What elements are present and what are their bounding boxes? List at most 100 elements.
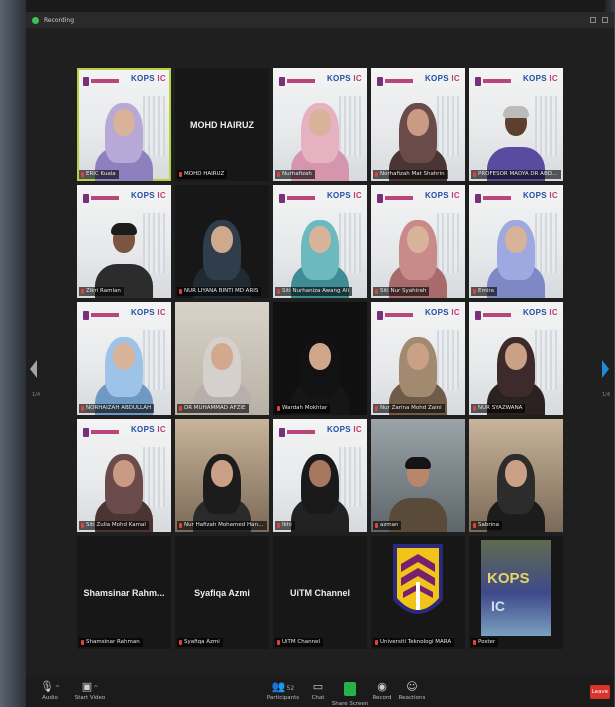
participant-tile[interactable]: Wardah Mokhtar [273,302,367,415]
participant-video [486,446,546,532]
reactions-button[interactable]: ☺ Reactions [390,680,434,706]
participant-name-label: ERIC Kuala [79,170,119,179]
gallery-row: KOPS IC NORHAIZAH ABDULLAH DR MUHAMMAD AFZ… [77,302,567,415]
gallery-row: KOPS IC ERIC Kuala MOHD HAIRUZ MOHD HAIRUZ K… [77,68,567,181]
window-fullscreen-icon[interactable] [602,17,608,23]
participant-video [388,212,448,298]
meeting-toolbar: 🎙^ Audio ▣^ Start Video 👥52 Participants… [26,677,614,707]
participant-video [192,446,252,532]
participant-tile[interactable]: DR MUHAMMAD AFZIE [175,302,269,415]
audio-button[interactable]: 🎙^ Audio [28,680,72,706]
uitm-logo-icon [475,74,515,88]
title-bar: Recording [26,12,614,28]
participant-tile[interactable]: UiTM Channel UiTM Channel [273,536,367,649]
kops-ic-logo: KOPS IC [522,74,558,83]
participant-tile[interactable]: KOPS IC Nur Zarina Mohd Zaini [371,302,465,415]
kops-ic-logo: KOPS IC [424,191,460,200]
participant-name-label: Nur Hafizah Mohamed Hanafi [177,521,267,530]
audio-label: Audio [42,695,58,701]
participant-name-label: Nur Zarina Mohd Zaini [373,404,445,413]
participants-count: 52 [286,685,295,692]
participant-video [94,95,154,181]
uitm-logo-icon [279,425,319,439]
participant-video [290,329,350,415]
participant-tile[interactable]: azman [371,419,465,532]
uitm-logo-icon [475,191,515,205]
uitm-logo-icon [279,74,319,88]
uitm-logo-icon [83,425,123,439]
participant-tile[interactable]: KOPS IC Siti Nurhaniza Awang Ali [273,185,367,298]
participant-name-label: Ikhi [275,521,295,530]
kops-poster-image: KOPS IC [481,540,551,636]
kops-ic-logo: KOPS IC [326,425,362,434]
participant-video [388,329,448,415]
participant-tile[interactable]: KOPS IC NORHAIZAH ABDULLAH [77,302,171,415]
video-camera-off-icon: ▣^ [81,680,99,693]
participant-tile[interactable]: KOPS IC Norhafizah Mat Shahrin [371,68,465,181]
participant-tile[interactable]: KOPS IC ERIC Kuala [77,68,171,181]
participant-tile[interactable]: KOPS IC Ikhi [273,419,367,532]
participant-tile[interactable]: KOPS IC Siti Zulia Mohd Kamal [77,419,171,532]
kops-ic-logo: KOPS IC [130,191,166,200]
participant-video [290,212,350,298]
participant-name-label: NUR SYAZWANA [471,404,526,413]
participant-name-label: Poster [471,638,499,647]
participant-tile[interactable]: KOPS IC Nurhafizah [273,68,367,181]
participant-name-label: Syafiqa Azmi [177,638,223,647]
participant-name-label: UiTM Channel [275,638,323,647]
participant-name-label: NUR LIYANA BINTI MD ARIS [177,287,262,296]
participant-video [290,446,350,532]
participant-tile[interactable]: KOPS IC PROFESOR MADYA DR ABDUL JALIL [469,68,563,181]
participant-name-label: Sabrina [471,521,502,530]
kops-ic-logo: KOPS IC [130,74,166,83]
participant-video [486,329,546,415]
participant-tile[interactable]: KOPS IC NUR SYAZWANA [469,302,563,415]
kops-ic-logo: KOPS IC [130,425,166,434]
kops-ic-logo: KOPS IC [522,191,558,200]
next-page-button[interactable] [602,360,612,384]
previous-page-button[interactable] [30,360,40,384]
participant-display-name: UiTM Channel [290,587,350,598]
window-view-icon[interactable] [590,17,596,23]
participant-video [94,446,154,532]
uitm-logo-icon [83,191,123,205]
leave-button[interactable]: Leave [590,685,610,699]
microphone-icon: 🎙^ [40,680,60,693]
participant-tile[interactable]: KOPS IC Siti Nur Syahirah [371,185,465,298]
participant-name-label: Universiti Teknologi MARA [373,638,455,647]
participant-tile[interactable]: MOHD HAIRUZ MOHD HAIRUZ [175,68,269,181]
participant-tile[interactable]: Sabrina [469,419,563,532]
participant-tile[interactable]: Nur Hafizah Mohamed Hanafi [175,419,269,532]
chevron-left-icon [30,360,37,378]
participant-name-label: Shamsinar Rahman [79,638,143,647]
gallery-row: KOPS IC Zikri Ramlan NUR LIYANA BINTI MD A… [77,185,567,298]
start-video-button[interactable]: ▣^ Start Video [68,680,112,706]
gallery-row: Shamsinar Rahm... Shamsinar Rahman Syafiqa… [77,536,567,649]
participant-tile[interactable]: Shamsinar Rahm... Shamsinar Rahman [77,536,171,649]
uitm-logo-icon [279,191,319,205]
participant-tile[interactable]: KOPS IC Poster [469,536,563,649]
participant-video [94,212,154,298]
participant-name-label: Emira [471,287,497,296]
recording-label: Recording [44,16,75,24]
kops-ic-logo: KOPS IC [424,308,460,317]
participant-name-label: DR MUHAMMAD AFZIE [177,404,249,413]
kops-ic-logo: KOPS IC [130,308,166,317]
participant-tile[interactable]: Universiti Teknologi MARA [371,536,465,649]
participant-name-label: Zikri Ramlan [79,287,124,296]
uitm-logo-icon [377,308,417,322]
participant-name-label: azman [373,521,402,530]
page-indicator-left: 1/4 [32,392,41,398]
share-screen-icon [344,682,356,696]
participant-name-label: NORHAIZAH ABDULLAH [79,404,155,413]
meeting-window: Recording 1/4 1/4 KOPS IC ERIC Kuala MOHD … [26,12,614,707]
window-controls [590,17,608,23]
participant-tile[interactable]: NUR LIYANA BINTI MD ARIS [175,185,269,298]
participant-display-name: MOHD HAIRUZ [190,119,254,130]
uitm-logo-icon [83,74,123,88]
kops-ic-logo: KOPS IC [326,191,362,200]
participant-name-label: Nurhafizah [275,170,315,179]
participant-tile[interactable]: KOPS IC Emira [469,185,563,298]
participant-tile[interactable]: Syafiqa Azmi Syafiqa Azmi [175,536,269,649]
participant-tile[interactable]: KOPS IC Zikri Ramlan [77,185,171,298]
